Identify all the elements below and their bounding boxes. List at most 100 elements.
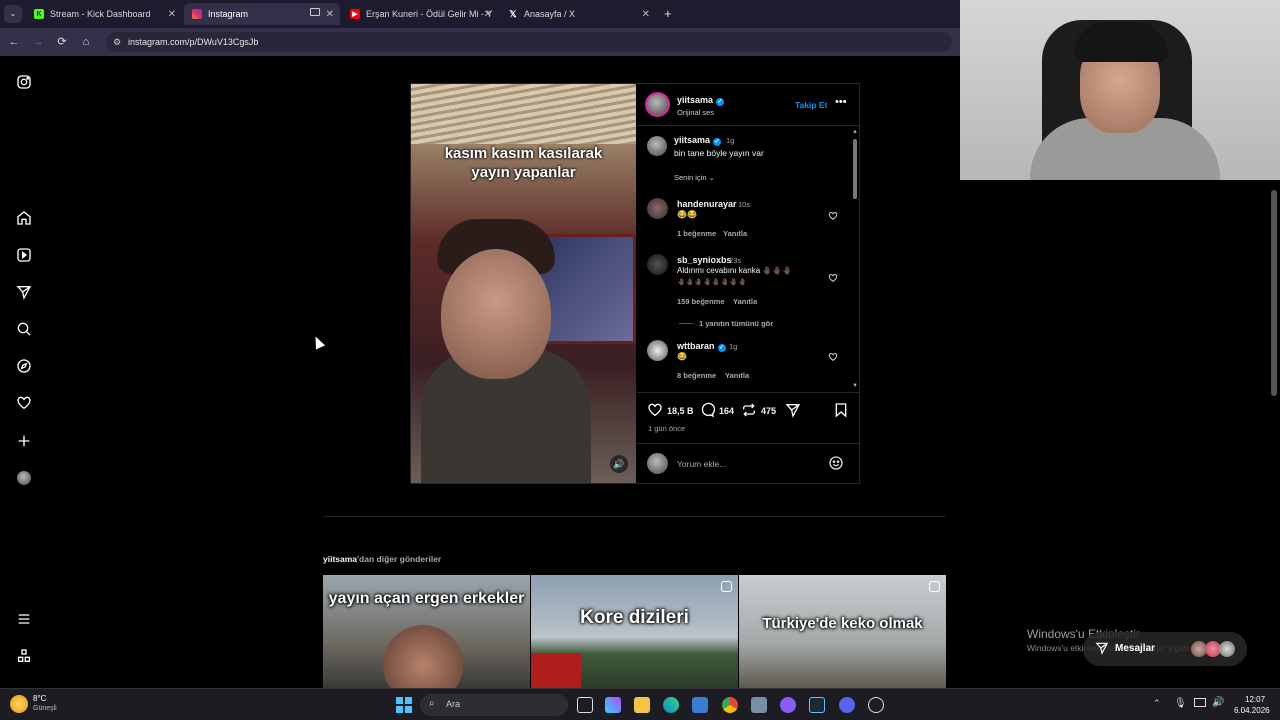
explore-icon[interactable]	[16, 358, 32, 374]
tab-instagram[interactable]: Instagram ✕	[184, 3, 340, 25]
repost-count[interactable]: 475	[761, 406, 776, 416]
app-icon[interactable]	[868, 697, 884, 713]
forward-button[interactable]: →	[30, 34, 46, 50]
tab-youtube[interactable]: ▶ Erşan Kuneri - Ödül Gelir Mi - Y ✕	[342, 3, 498, 25]
repost-icon[interactable]	[741, 402, 757, 418]
audio-label[interactable]: Orijinal ses	[677, 108, 714, 117]
new-tab-button[interactable]: +	[664, 6, 672, 21]
share-icon[interactable]	[785, 402, 801, 418]
caption-avatar[interactable]	[647, 136, 667, 156]
app-icon[interactable]	[780, 697, 796, 713]
heart-icon[interactable]	[16, 395, 32, 411]
more-options-icon[interactable]: •••	[835, 96, 847, 108]
reload-button[interactable]: ⟳	[54, 34, 70, 50]
author-avatar[interactable]	[645, 92, 670, 117]
close-tab-icon[interactable]: ✕	[326, 9, 334, 20]
more-post-thumbnail[interactable]: Kore dizileri	[531, 575, 738, 688]
app-icon[interactable]	[751, 697, 767, 713]
scroll-up-icon[interactable]: ▲	[852, 129, 858, 135]
comment-count[interactable]: 164	[719, 406, 734, 416]
scrollbar-thumb[interactable]	[853, 139, 857, 199]
display-icon[interactable]	[1194, 698, 1206, 707]
tab-media-icon[interactable]	[310, 8, 320, 16]
reply-button[interactable]: Yanıtla	[733, 297, 757, 306]
author-name[interactable]: yiitsama ✓	[677, 95, 725, 106]
volume-icon[interactable]: 🔊	[1212, 697, 1224, 708]
comment-sort-dropdown[interactable]: Senin için ⌄	[674, 173, 715, 182]
url-field[interactable]: ⚙ instagram.com/p/DWuV13CgsJb	[106, 32, 952, 52]
comment-likes[interactable]: 159 beğenme	[677, 297, 725, 306]
clock-date[interactable]: 6.04.2026	[1234, 706, 1270, 715]
search-icon[interactable]	[16, 321, 32, 337]
comment-avatar[interactable]	[647, 340, 668, 361]
reply-button[interactable]: Yanıtla	[723, 229, 747, 238]
comment-user[interactable]: sb_synioxbs	[677, 255, 732, 265]
comment-input[interactable]: Yorum ekle...	[677, 459, 726, 469]
comments-scrollbar[interactable]: ▲ ▼	[852, 129, 858, 391]
comment-user[interactable]: wttbaran ✓	[677, 341, 726, 352]
comment-text: 😂	[677, 352, 687, 361]
store-icon[interactable]	[692, 697, 708, 713]
comment-user[interactable]: handenurayar	[677, 199, 737, 209]
follow-button[interactable]: Takip Et	[795, 100, 827, 110]
copilot-icon[interactable]	[605, 697, 621, 713]
back-button[interactable]: ←	[6, 34, 22, 50]
reels-icon[interactable]	[16, 247, 32, 263]
comment-like-icon[interactable]	[828, 211, 838, 221]
chrome-icon[interactable]	[722, 697, 738, 713]
comment-likes[interactable]: 1 beğenme	[677, 229, 716, 238]
task-view-icon[interactable]	[577, 697, 593, 713]
more-apps-icon[interactable]	[16, 648, 32, 664]
messages-button[interactable]: Mesajlar	[1083, 632, 1247, 666]
comment-likes[interactable]: 8 beğenme	[677, 371, 716, 380]
comment-like-icon[interactable]	[828, 273, 838, 283]
start-button-icon[interactable]	[396, 697, 412, 713]
weather-temp[interactable]: 8°C	[33, 694, 46, 703]
comment-avatar[interactable]	[647, 254, 668, 275]
page-scrollbar-thumb[interactable]	[1271, 190, 1277, 396]
weather-desc[interactable]: Güneşli	[33, 705, 57, 712]
tab-x[interactable]: 𝕏 Anasayfa / X ✕	[500, 3, 656, 25]
more-post-thumbnail[interactable]: Türkiye'de keko olmak	[739, 575, 946, 688]
mouse-cursor	[310, 334, 326, 350]
taskbar-search[interactable]: ⌕ Ara	[420, 694, 568, 716]
close-tab-icon[interactable]: ✕	[642, 9, 650, 20]
menu-icon[interactable]	[16, 611, 32, 627]
comment-icon[interactable]	[699, 402, 716, 418]
emoji-icon[interactable]	[828, 455, 844, 471]
microphone-icon[interactable]: 🎙	[1174, 698, 1187, 709]
weather-icon[interactable]	[10, 695, 28, 713]
home-icon[interactable]	[16, 210, 32, 226]
close-tab-icon[interactable]: ✕	[484, 9, 492, 20]
home-button[interactable]: ⌂	[78, 34, 94, 50]
post-video[interactable]: kasım kasım kasılarak yayın yapanlar 🔊	[411, 84, 636, 483]
profile-avatar[interactable]	[17, 471, 31, 485]
instagram-logo-icon[interactable]	[16, 74, 32, 90]
site-info-icon[interactable]: ⚙	[113, 32, 121, 52]
save-icon[interactable]	[833, 402, 849, 418]
volume-icon[interactable]: 🔊	[610, 455, 628, 473]
steam-icon[interactable]	[809, 697, 825, 713]
discord-icon[interactable]	[839, 697, 855, 713]
file-explorer-icon[interactable]	[634, 697, 650, 713]
create-icon[interactable]	[16, 433, 32, 449]
tab-list-dropdown[interactable]: ⌄	[4, 5, 22, 23]
close-tab-icon[interactable]: ✕	[168, 9, 176, 20]
send-icon[interactable]	[16, 284, 32, 300]
search-label: Ara	[446, 699, 461, 709]
edge-icon[interactable]	[663, 697, 679, 713]
scroll-down-icon[interactable]: ▼	[852, 383, 858, 389]
tab-kick-dashboard[interactable]: K Stream - Kick Dashboard ✕	[26, 3, 182, 25]
reply-button[interactable]: Yanıtla	[725, 371, 749, 380]
clock-time[interactable]: 12:07	[1245, 695, 1265, 704]
caption-author[interactable]: yiitsama ✓	[674, 135, 722, 146]
like-icon[interactable]	[647, 402, 663, 418]
more-post-thumbnail[interactable]: yayın açan ergen erkekler	[323, 575, 530, 688]
like-count[interactable]: 18,5 B	[667, 406, 694, 416]
comment-like-icon[interactable]	[828, 352, 838, 362]
comment-avatar[interactable]	[647, 198, 668, 219]
more-posts-owner[interactable]: yiitsama	[323, 554, 357, 564]
page-scrollbar[interactable]	[1268, 180, 1280, 688]
view-replies-link[interactable]: 1 yanıtın tümünü gör	[699, 319, 773, 328]
show-hidden-icons[interactable]: ⌃	[1153, 698, 1161, 709]
